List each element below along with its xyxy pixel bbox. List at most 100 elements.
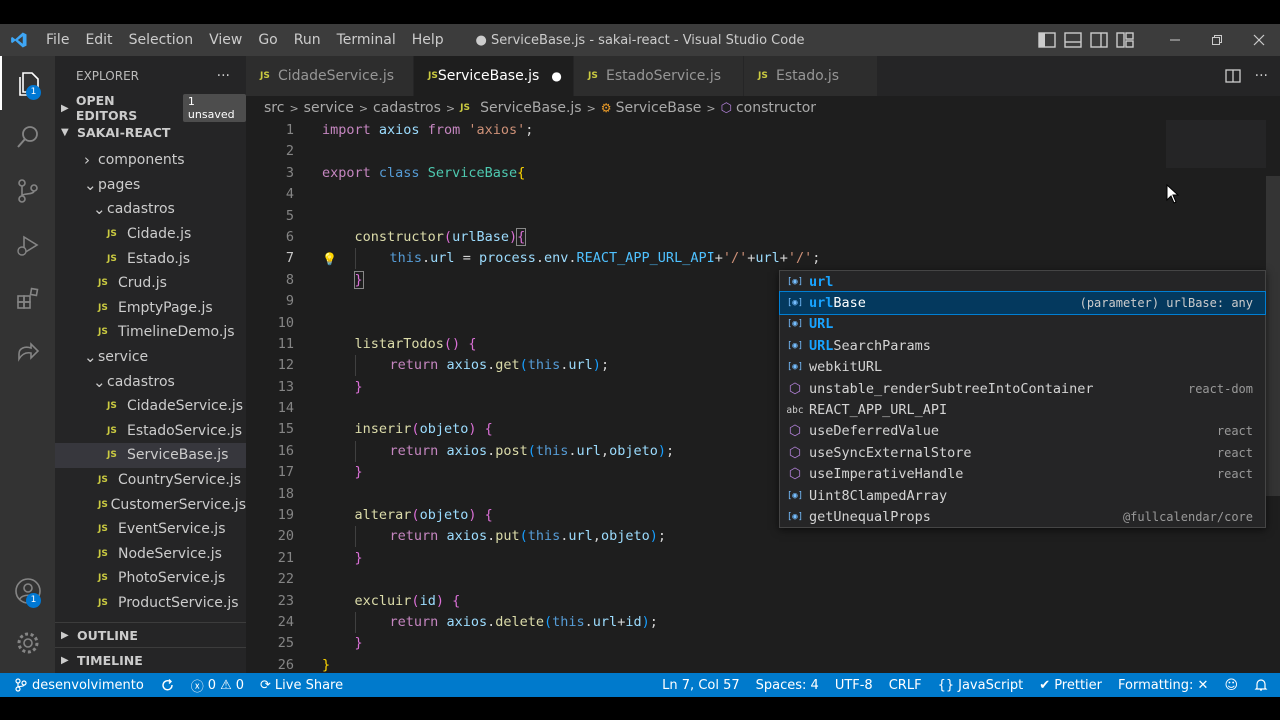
code-line[interactable]: 3 export class ServiceBase{	[246, 163, 1166, 184]
editor-tab[interactable]: JS EstadoService.js	[574, 56, 744, 96]
tree-file[interactable]: JS Crud.js	[55, 271, 246, 296]
live-share-status[interactable]: ⟳ Live Share	[252, 673, 351, 697]
suggestion-item[interactable]: ⬡ useSyncExternalStore react	[780, 442, 1265, 463]
suggestion-item[interactable]: [◉] getUnequalProps @fullcalendar/core	[780, 506, 1265, 527]
suggestion-item[interactable]: ⬡ useImperativeHandle react	[780, 464, 1265, 485]
menu-run[interactable]: Run	[286, 24, 329, 56]
project-section[interactable]: ▼ SAKAI-REACT	[55, 120, 246, 144]
open-editors-section[interactable]: ▶ OPEN EDITORS 1 unsaved	[55, 93, 246, 123]
tree-file[interactable]: JS EventService.js	[55, 517, 246, 542]
editor-tab[interactable]: JS ServiceBase.js ●	[414, 56, 574, 96]
tree-file[interactable]: JS ServiceBase.js	[55, 443, 246, 468]
toggle-panel-icon[interactable]	[1064, 32, 1082, 48]
toggle-secondary-sidebar-icon[interactable]	[1090, 32, 1108, 48]
cursor-position[interactable]: Ln 7, Col 57	[654, 673, 747, 697]
search-icon[interactable]	[0, 110, 55, 164]
split-editor-icon[interactable]	[1224, 68, 1241, 84]
suggestion-item[interactable]: ⬡ unstable_renderSubtreeIntoContainer reac…	[780, 378, 1265, 399]
restore-button[interactable]	[1196, 24, 1238, 56]
encoding[interactable]: UTF-8	[827, 673, 881, 697]
breadcrumb-service[interactable]: service	[304, 100, 354, 116]
accounts-icon[interactable]: 1	[0, 564, 55, 618]
breadcrumb-cadastros[interactable]: cadastros	[373, 100, 441, 116]
tree-file[interactable]: JS Estado.js	[55, 246, 246, 271]
tree-file[interactable]: JS PhotoService.js	[55, 566, 246, 591]
tree-file[interactable]: JS ProductService.js	[55, 591, 246, 616]
code-line[interactable]: 23 excluir(id) {	[246, 591, 1166, 612]
tree-folder[interactable]: ⌄ service	[55, 345, 246, 370]
code-line[interactable]: 4	[246, 184, 1166, 205]
live-share-icon[interactable]	[0, 326, 55, 380]
code-line[interactable]: 20 return axios.put(this.url,objeto);	[246, 526, 1166, 548]
suggestion-item[interactable]: [◉] webkitURL	[780, 357, 1265, 378]
tree-file[interactable]: JS CountryService.js	[55, 468, 246, 493]
breadcrumb-file[interactable]: ServiceBase.js	[480, 100, 581, 116]
suggestion-item[interactable]: [◉] URLSearchParams	[780, 335, 1265, 356]
extensions-icon[interactable]	[0, 272, 55, 326]
close-window-button[interactable]	[1238, 24, 1280, 56]
suggestion-item[interactable]: abc REACT_APP_URL_API	[780, 399, 1265, 420]
editor-tab[interactable]: JS CidadeService.js	[246, 56, 414, 96]
menu-selection[interactable]: Selection	[121, 24, 202, 56]
code-line[interactable]: 25 }	[246, 633, 1166, 654]
feedback-icon[interactable]: ☺	[1216, 673, 1246, 697]
code-line[interactable]: 21 }	[246, 548, 1166, 569]
code-line[interactable]: 24 return axios.delete(this.url+id);	[246, 611, 1166, 633]
tree-file[interactable]: JS CidadeService.js	[55, 394, 246, 419]
tree-file[interactable]: JS Cidade.js	[55, 222, 246, 247]
suggestion-item[interactable]: [◉] urlBase (parameter) urlBase: any	[779, 291, 1266, 315]
breadcrumb-src[interactable]: src	[264, 100, 284, 116]
code-line[interactable]: 7 💡 this.url = process.env.REACT_APP_URL_…	[246, 248, 1166, 270]
editor-tab[interactable]: JS Estado.js	[744, 56, 878, 96]
menu-edit[interactable]: Edit	[77, 24, 120, 56]
language-mode[interactable]: {} JavaScript	[930, 673, 1032, 697]
customize-layout-icon[interactable]	[1116, 32, 1134, 48]
menu-view[interactable]: View	[201, 24, 250, 56]
more-actions-icon[interactable]: ···	[1255, 68, 1268, 84]
sync-icon[interactable]	[152, 673, 183, 697]
manage-gear-icon[interactable]	[0, 616, 55, 670]
menu-file[interactable]: File	[38, 24, 77, 56]
explorer-icon[interactable]: 1	[0, 56, 55, 110]
menu-help[interactable]: Help	[404, 24, 452, 56]
source-control-icon[interactable]	[0, 164, 55, 218]
code-line[interactable]: 5	[246, 206, 1166, 227]
line-ending[interactable]: CRLF	[881, 673, 930, 697]
run-debug-icon[interactable]	[0, 218, 55, 272]
formatting-status[interactable]: Formatting: ✕	[1110, 673, 1216, 697]
tree-folder[interactable]: ⌄ cadastros	[55, 197, 246, 222]
breadcrumb-method[interactable]: constructor	[736, 100, 816, 116]
menu-go[interactable]: Go	[250, 24, 285, 56]
tree-folder[interactable]: ⌄ pages	[55, 173, 246, 198]
timeline-section[interactable]: ▶ TIMELINE	[55, 648, 246, 672]
suggestion-item[interactable]: [◉] Uint8ClampedArray	[780, 485, 1265, 506]
suggestion-item[interactable]: [◉] URL	[780, 314, 1265, 335]
vertical-scrollbar[interactable]	[1266, 176, 1280, 496]
code-line[interactable]: 1 import axios from 'axios';	[246, 120, 1166, 141]
minimize-button[interactable]	[1154, 24, 1196, 56]
tree-file[interactable]: JS TimelineDemo.js	[55, 320, 246, 345]
notifications-bell-icon[interactable]	[1246, 673, 1276, 697]
breadcrumb-class[interactable]: ServiceBase	[616, 100, 702, 116]
problems-status[interactable]: ⓧ 0 ⚠ 0	[183, 673, 252, 697]
tree-file[interactable]: JS EstadoService.js	[55, 419, 246, 444]
minimap[interactable]	[1166, 120, 1266, 168]
more-actions-icon[interactable]: ···	[217, 68, 230, 84]
toggle-primary-sidebar-icon[interactable]	[1038, 32, 1056, 48]
tree-file[interactable]: JS EmptyPage.js	[55, 296, 246, 321]
code-line[interactable]: 6 constructor(urlBase){	[246, 227, 1166, 248]
branch-status[interactable]: desenvolvimento	[0, 673, 152, 697]
outline-section[interactable]: ▶ OUTLINE	[55, 623, 246, 647]
unsaved-dot-icon[interactable]: ●	[551, 69, 561, 83]
code-line[interactable]: 2	[246, 141, 1166, 162]
menu-terminal[interactable]: Terminal	[329, 24, 404, 56]
tree-folder[interactable]: › components	[55, 148, 246, 173]
tree-file[interactable]: JS NodeService.js	[55, 542, 246, 567]
prettier-status[interactable]: ✔ Prettier	[1031, 673, 1110, 697]
tree-file[interactable]: JS CustomerService.js	[55, 492, 246, 517]
suggestion-item[interactable]: ⬡ useDeferredValue react	[780, 421, 1265, 442]
code-line[interactable]: 22	[246, 569, 1166, 590]
tree-folder[interactable]: ⌄ cadastros	[55, 369, 246, 394]
indentation[interactable]: Spaces: 4	[748, 673, 827, 697]
suggestion-item[interactable]: [◉] url	[780, 271, 1265, 292]
